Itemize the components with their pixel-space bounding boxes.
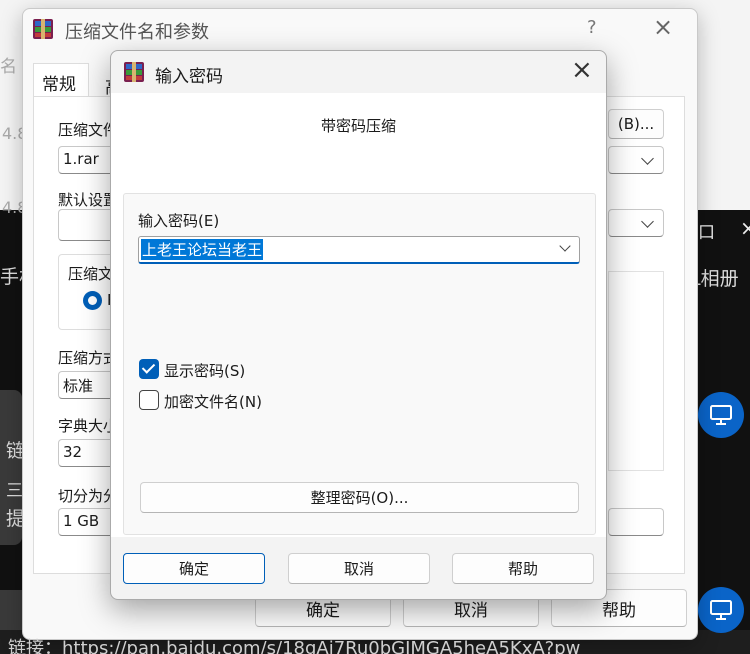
- dialog-title: 输入密码: [155, 67, 223, 87]
- monitor-icon: [710, 600, 732, 620]
- help-button-label: 帮助: [507, 560, 538, 578]
- screen-share-button[interactable]: [698, 392, 744, 438]
- tab-label: 常规: [42, 75, 76, 95]
- tab-advanced[interactable]: 高: [89, 65, 122, 98]
- chevron-down-icon[interactable]: [559, 240, 571, 252]
- winrar-icon: [124, 62, 144, 82]
- options-group: [608, 271, 664, 471]
- background-text: 名: [0, 57, 17, 77]
- help-icon[interactable]: ?: [587, 17, 597, 38]
- archive-name-value: 1.rar: [63, 150, 99, 168]
- help-button-label: 帮助: [602, 600, 636, 621]
- close-icon[interactable]: ×: [740, 216, 750, 240]
- radio-dot: [88, 296, 97, 305]
- show-password-checkbox[interactable]: [139, 359, 159, 379]
- password-dialog: 输入密码 × 带密码压缩 输入密码(E) 上老王论坛当老王 显示密码(S) 加密…: [110, 50, 607, 600]
- format-rar-radio[interactable]: [83, 291, 102, 310]
- password-input[interactable]: 上老王论坛当老王: [138, 236, 580, 264]
- split-select[interactable]: 1 GB: [58, 508, 114, 536]
- default-profile-label: 默认设置: [58, 191, 119, 209]
- encrypt-filenames-label[interactable]: 加密文件名(N): [164, 391, 262, 412]
- format-group: 压缩文 R: [58, 254, 117, 330]
- password-label: 输入密码(E): [138, 212, 220, 230]
- update-mode-dropdown[interactable]: [608, 209, 664, 237]
- archive-name-input[interactable]: 1.rar: [58, 146, 114, 174]
- close-icon[interactable]: ×: [653, 13, 673, 41]
- profile-button[interactable]: [58, 209, 114, 241]
- window-title: 压缩文件名和参数: [65, 22, 209, 43]
- cancel-button[interactable]: 取消: [288, 553, 430, 584]
- chevron-down-icon: [641, 152, 654, 165]
- browse-button-label: (B)...: [617, 115, 655, 133]
- background-text: 三: [6, 481, 23, 501]
- browse-button[interactable]: (B)...: [608, 109, 664, 139]
- check-icon: [141, 360, 156, 374]
- restore-icon[interactable]: 口: [698, 218, 715, 243]
- ok-button[interactable]: 确定: [123, 553, 265, 584]
- background-link-text: 链接：https://pan.baidu.com/s/18gAi7Ru0bGIM…: [8, 638, 581, 654]
- format-group-label: 压缩文: [68, 265, 114, 283]
- tab-general[interactable]: 常规: [33, 63, 89, 97]
- password-group: 输入密码(E) 上老王论坛当老王 显示密码(S) 加密文件名(N) 整理密码(O…: [123, 193, 596, 535]
- background-side-panel: [0, 590, 22, 630]
- split-value: 1 GB: [63, 512, 100, 530]
- close-icon[interactable]: ×: [571, 55, 593, 85]
- ok-button-label: 确定: [178, 560, 209, 578]
- background-side-panel: 链 三 提: [0, 390, 25, 545]
- split-label: 切分为分: [58, 487, 119, 505]
- cancel-button-label: 取消: [343, 560, 374, 578]
- chevron-down-icon: [641, 215, 654, 228]
- dictionary-value: 32: [63, 443, 83, 461]
- dictionary-label: 字典大小: [58, 417, 119, 435]
- organize-passwords-button[interactable]: 整理密码(O)...: [140, 482, 579, 513]
- encrypt-filenames-checkbox[interactable]: [139, 390, 159, 410]
- help-button[interactable]: 帮助: [452, 553, 594, 584]
- method-value: 标准: [63, 377, 94, 395]
- screen-share-button[interactable]: [698, 587, 744, 633]
- password-field-partial[interactable]: [608, 508, 664, 536]
- archive-name-dropdown[interactable]: [608, 146, 664, 174]
- archive-name-label: 压缩文件: [58, 121, 119, 139]
- password-value: 上老王论坛当老王: [141, 239, 264, 260]
- dictionary-select[interactable]: 32: [58, 439, 114, 467]
- dialog-subtitle: 带密码压缩: [320, 117, 396, 135]
- method-label: 压缩方式: [58, 349, 119, 367]
- method-select[interactable]: 标准: [58, 371, 114, 399]
- show-password-label[interactable]: 显示密码(S): [164, 360, 245, 381]
- monitor-icon: [710, 405, 732, 425]
- organize-passwords-label: 整理密码(O)...: [310, 489, 409, 507]
- winrar-icon: [33, 19, 53, 39]
